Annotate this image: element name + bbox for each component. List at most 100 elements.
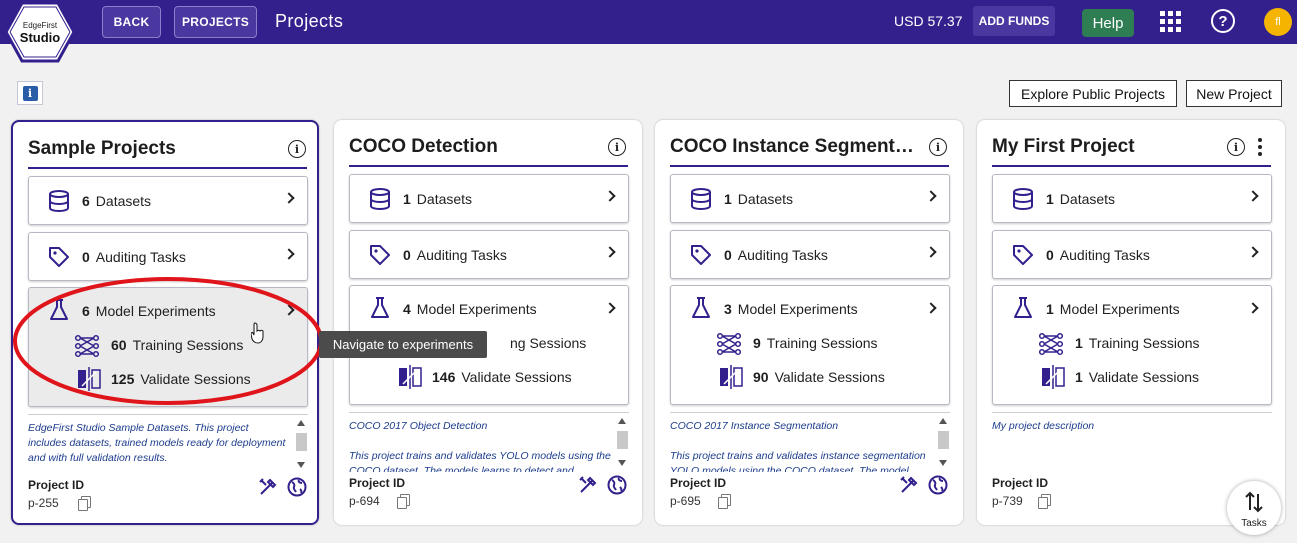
- chevron-right-icon: [604, 246, 616, 258]
- compare-icon: [399, 365, 422, 389]
- apps-grid-icon[interactable]: [1160, 11, 1181, 32]
- datasets-row[interactable]: 1 Datasets: [349, 174, 629, 223]
- page-title: Projects: [275, 11, 344, 31]
- validate-text: 146 Validate Sessions: [432, 369, 572, 385]
- add-funds-button[interactable]: ADD FUNDS: [973, 6, 1055, 36]
- copy-icon[interactable]: [718, 494, 731, 509]
- experiments-text: 6 Model Experiments: [82, 303, 216, 319]
- datasets-row[interactable]: 6 Datasets: [28, 176, 308, 225]
- compare-icon: [78, 367, 101, 391]
- tools-icon[interactable]: [899, 475, 919, 495]
- description-scrollbar[interactable]: [936, 415, 950, 471]
- card-divider: [670, 165, 949, 167]
- chevron-right-icon: [283, 248, 295, 260]
- copy-icon[interactable]: [1038, 494, 1051, 509]
- auditing-row[interactable]: 0 Auditing Tasks: [670, 230, 950, 279]
- card-info-icon[interactable]: i: [1227, 138, 1245, 156]
- datasets-row[interactable]: 1 Datasets: [992, 174, 1272, 223]
- tools-icon[interactable]: [258, 477, 278, 497]
- description-scrollbar[interactable]: [615, 415, 629, 471]
- chevron-right-icon: [925, 246, 937, 258]
- auditing-row[interactable]: 0 Auditing Tasks: [992, 230, 1272, 279]
- copy-icon[interactable]: [397, 494, 410, 509]
- tag-icon: [691, 245, 711, 265]
- question-icon[interactable]: ?: [1211, 9, 1235, 33]
- info-icon: i: [22, 85, 38, 101]
- info-button[interactable]: i: [17, 81, 43, 105]
- project-description[interactable]: COCO 2017 Instance Segmentation This pro…: [670, 412, 950, 472]
- description-text: This project trains and validates instan…: [670, 450, 926, 472]
- tooltip: Navigate to experiments: [319, 331, 487, 358]
- tasks-label: Tasks: [1241, 518, 1267, 529]
- training-text: ng Sessions: [510, 335, 587, 351]
- card-title: COCO Instance Segmentati...: [670, 136, 920, 157]
- experiments-row[interactable]: 6 Model Experiments 60 Training Sessions 1…: [28, 287, 308, 407]
- project-id: p-694: [349, 494, 380, 508]
- datasets-text: 1 Datasets: [1046, 191, 1116, 207]
- card-info-icon[interactable]: i: [608, 138, 626, 156]
- globe-icon[interactable]: [928, 475, 948, 495]
- logo-text-top: EdgeFirst: [23, 21, 58, 30]
- card-info-icon[interactable]: i: [288, 140, 306, 158]
- project-card: COCO Instance Segmentati... i 1 Datasets …: [655, 120, 963, 525]
- card-divider: [349, 165, 628, 167]
- datasets-text: 1 Datasets: [724, 191, 794, 207]
- projects-button[interactable]: PROJECTS: [174, 6, 257, 38]
- database-icon: [691, 188, 711, 211]
- description-text: EdgeFirst Studio Sample Datasets. This p…: [28, 422, 286, 464]
- tag-icon: [370, 245, 390, 265]
- description-text: COCO 2017 Object Detection: [349, 420, 488, 432]
- database-icon: [370, 188, 390, 211]
- explore-public-projects-button[interactable]: Explore Public Projects: [1009, 80, 1177, 107]
- avatar[interactable]: fl: [1264, 8, 1292, 36]
- description-scrollbar[interactable]: [294, 417, 308, 473]
- project-id-label: Project ID: [349, 476, 406, 490]
- datasets-text: 6 Datasets: [82, 193, 152, 209]
- experiments-row[interactable]: 3 Model Experiments 9 Training Sessions 90…: [670, 285, 950, 405]
- card-info-icon[interactable]: i: [929, 138, 947, 156]
- project-id-label: Project ID: [28, 478, 85, 492]
- project-description[interactable]: EdgeFirst Studio Sample Datasets. This p…: [28, 414, 308, 474]
- back-button[interactable]: BACK: [102, 6, 161, 38]
- flask-icon: [371, 297, 389, 318]
- chevron-right-icon: [283, 192, 295, 204]
- auditing-row[interactable]: 0 Auditing Tasks: [349, 230, 629, 279]
- project-id-label: Project ID: [992, 476, 1049, 490]
- experiments-text: 4 Model Experiments: [403, 301, 537, 317]
- project-id: p-255: [28, 496, 59, 510]
- chevron-right-icon: [1247, 302, 1259, 314]
- description-text: My project description: [992, 420, 1095, 432]
- database-icon: [1013, 188, 1033, 211]
- auditing-text: 0 Auditing Tasks: [1046, 247, 1150, 263]
- experiments-row[interactable]: 1 Model Experiments 1 Training Sessions 1V…: [992, 285, 1272, 405]
- chevron-right-icon: [925, 302, 937, 314]
- project-id-label: Project ID: [670, 476, 727, 490]
- copy-icon[interactable]: [78, 496, 91, 511]
- new-project-button[interactable]: New Project: [1186, 80, 1282, 107]
- balance-text: USD 57.37: [894, 13, 963, 29]
- card-divider: [992, 165, 1271, 167]
- network-icon: [716, 332, 742, 356]
- auditing-text: 0 Auditing Tasks: [724, 247, 828, 263]
- training-text: 60 Training Sessions: [111, 337, 244, 353]
- training-text: 1 Training Sessions: [1075, 335, 1200, 351]
- tools-icon[interactable]: [578, 475, 598, 495]
- globe-icon[interactable]: [287, 477, 307, 497]
- more-options-icon[interactable]: [1257, 138, 1263, 156]
- project-card: Sample Projects i 6 Datasets 0 Auditing Ta…: [11, 120, 319, 525]
- datasets-row[interactable]: 1 Datasets: [670, 174, 950, 223]
- database-icon: [49, 190, 69, 213]
- edgefirst-logo[interactable]: EdgeFirst Studio: [4, 1, 76, 63]
- network-icon: [1038, 332, 1064, 356]
- project-id: p-739: [992, 494, 1023, 508]
- logo-text-bottom: Studio: [20, 30, 60, 45]
- validate-text: 125 Validate Sessions: [111, 371, 251, 387]
- help-button[interactable]: Help: [1082, 9, 1134, 37]
- project-description[interactable]: COCO 2017 Object Detection This project …: [349, 412, 629, 472]
- project-description: My project description: [992, 412, 1272, 472]
- tasks-button[interactable]: Tasks: [1227, 481, 1281, 535]
- auditing-row[interactable]: 0 Auditing Tasks: [28, 232, 308, 281]
- card-title: My First Project: [992, 136, 1135, 157]
- experiments-text: 3 Model Experiments: [724, 301, 858, 317]
- globe-icon[interactable]: [607, 475, 627, 495]
